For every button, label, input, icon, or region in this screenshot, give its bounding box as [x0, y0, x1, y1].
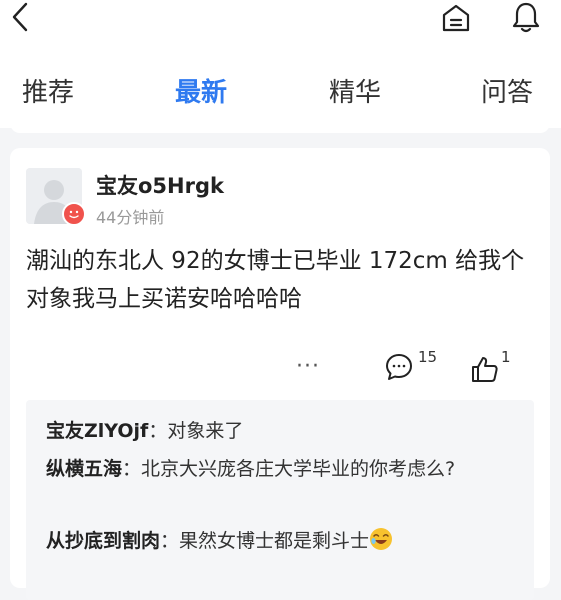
comment-separator: ： [122, 458, 142, 480]
comment-count: 15 [418, 348, 438, 366]
previous-card-edge [10, 115, 550, 133]
like-button[interactable] [470, 354, 500, 384]
tab-featured[interactable]: 精华 [329, 72, 381, 109]
tab-recommended[interactable]: 推荐 [22, 72, 74, 109]
comment-author[interactable]: 从抄底到割肉 [46, 530, 160, 552]
top-bar [0, 0, 561, 50]
post-timestamp: 44分钟前 [96, 208, 165, 227]
post-username[interactable]: 宝友o5Hrgk [96, 170, 224, 200]
post-card[interactable]: 宝友o5Hrgk 44分钟前 潮汕的东北人 92的女博士已毕业 172cm 给我… [10, 148, 550, 600]
tab-qa[interactable]: 问答 [481, 72, 533, 109]
comments-preview[interactable]: 宝友ZlYOjf：对象来了 纵横五海：北京大兴庞各庄大学毕业的你考虑么? 从抄底… [26, 400, 534, 600]
comment-item[interactable]: 从抄底到割肉：果然女博士都是剩斗士 [46, 524, 524, 558]
comment-text: 对象来了 [167, 420, 244, 442]
home-button[interactable] [440, 2, 472, 34]
user-level-badge [62, 202, 86, 226]
thumbs-up-icon [472, 357, 498, 382]
comment-separator: ： [148, 420, 168, 442]
like-count: 1 [501, 348, 511, 366]
comment-bubble-icon [386, 354, 412, 380]
smile-face-icon [69, 210, 79, 219]
comment-button[interactable] [384, 352, 414, 382]
comment-text: 北京大兴庞各庄大学毕业的你考虑么? [141, 458, 456, 480]
comment-item[interactable]: 纵横五海：北京大兴庞各庄大学毕业的你考虑么? [46, 452, 524, 486]
comment-author[interactable]: 宝友ZlYOjf [46, 420, 148, 442]
home-icon [442, 4, 470, 32]
comment-text: 果然女博士都是剩斗士 [179, 530, 370, 552]
back-button[interactable] [6, 0, 38, 34]
chevron-left-icon [12, 2, 28, 32]
comment-item[interactable]: 宝友ZlYOjf：对象来了 [46, 414, 524, 448]
laughing-emoji-icon [370, 528, 393, 550]
bell-icon [512, 2, 540, 33]
post-body-text[interactable]: 潮汕的东北人 92的女博士已毕业 172cm 给我个对象我马上买诺安哈哈哈哈 [26, 242, 542, 318]
comment-author[interactable]: 纵横五海 [46, 458, 122, 480]
more-options-button[interactable]: ··· [296, 354, 330, 384]
notification-button[interactable] [510, 0, 542, 34]
tab-latest[interactable]: 最新 [175, 72, 227, 109]
comment-separator: ： [160, 530, 180, 552]
